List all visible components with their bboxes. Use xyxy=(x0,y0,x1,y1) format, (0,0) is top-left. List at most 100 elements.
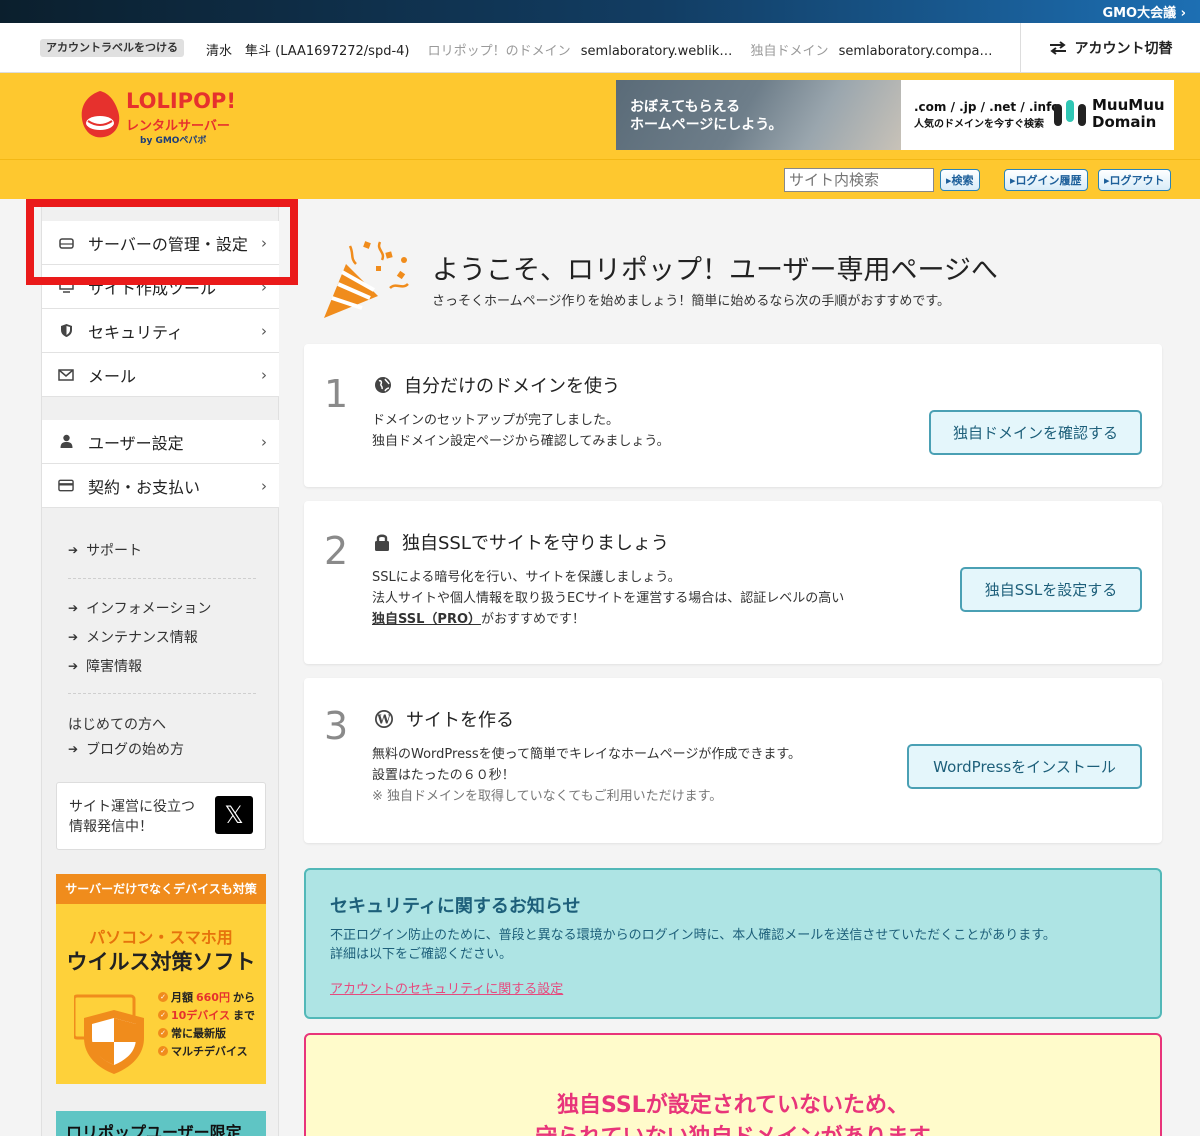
sidebar-item-label: セキュリティ xyxy=(88,322,184,342)
chevron-right-icon: › xyxy=(261,278,267,296)
chevron-right-icon: › xyxy=(261,477,267,495)
x-follow-box[interactable]: サイト運営に役立つ 情報発信中！ 𝕏 xyxy=(56,782,266,850)
page-title: ようこそ、ロリポップ！ユーザー専用ページへ xyxy=(432,255,998,286)
search-row: ▸検索 ▸ログイン履歴 ▸ログアウト xyxy=(0,159,1200,199)
sidebar-item-mail[interactable]: メール › xyxy=(42,353,279,397)
monitor-icon xyxy=(58,279,74,295)
account-security-link[interactable]: アカウントのセキュリティに関する設定 xyxy=(330,978,563,997)
server-icon xyxy=(58,235,74,251)
sidebar-item-billing[interactable]: 契約・お支払い › xyxy=(42,464,279,508)
gmo-meeting-link[interactable]: GMO大会議 › xyxy=(1102,2,1186,21)
ad-feature-devices: ✓ 10デバイス まで xyxy=(158,1007,255,1023)
user-icon xyxy=(58,434,74,450)
login-history-button[interactable]: ▸ログイン履歴 xyxy=(1004,169,1088,191)
chevron-right-icon: › xyxy=(261,322,267,340)
step-body: 無料のWordPressを使って簡単でキレイなホームページが作成できます。 設置… xyxy=(372,747,802,804)
swap-arrows-icon xyxy=(1049,41,1066,55)
antivirus-ad-banner[interactable]: サーバーだけでなくデバイスも対策 パソコン・スマホ用 ウイルス対策ソフト ✓ 月額… xyxy=(56,874,266,1084)
credit-card-icon xyxy=(58,478,74,494)
lolipop-domain-label: ロリポップ！のドメイン xyxy=(427,44,571,59)
ad-top-text: サーバーだけでなくデバイスも対策 xyxy=(56,874,266,904)
arrow-right-icon: ➔ xyxy=(68,543,79,557)
warning-line2: 守られていない独自ドメインがあります xyxy=(306,1119,1160,1136)
step-card-site: 3 W サイトを作る 無料のWordPressを使って簡単でキレイなホームページ… xyxy=(304,678,1162,843)
arrow-right-icon: ➔ xyxy=(68,742,79,756)
muumuu-m-icon xyxy=(1054,100,1086,126)
logo-title: LOLIPOP! xyxy=(126,89,236,113)
sidebar-item-server-settings[interactable]: サーバーの管理・設定 › xyxy=(42,221,279,265)
chevron-right-icon: › xyxy=(261,433,267,451)
site-search-input[interactable] xyxy=(784,168,934,192)
setup-ssl-button[interactable]: 独自SSLを設定する xyxy=(960,567,1142,612)
account-switch-button[interactable]: アカウント切替 xyxy=(1020,23,1200,73)
logo-by-gmo: by GMOペパボ xyxy=(140,136,207,146)
ad-feature-latest: ✓ 常に最新版 xyxy=(158,1025,226,1041)
sidebar-item-label: サイト作成ツール xyxy=(88,278,217,298)
shield-icon xyxy=(58,323,74,339)
account-switch-label: アカウント切替 xyxy=(1074,41,1173,57)
sidebar-link-blog-guide[interactable]: ➔ ブログの始め方 xyxy=(68,739,184,759)
step-body: SSLによる暗号化を行い、サイトを保護しましょう。 法人サイトや個人情報を取り扱… xyxy=(372,570,845,627)
party-popper-icon xyxy=(324,241,409,318)
chevron-right-icon: › xyxy=(261,234,267,252)
logout-button[interactable]: ▸ログアウト xyxy=(1098,169,1171,191)
lock-icon xyxy=(375,534,389,551)
check-domain-button[interactable]: 独自ドメインを確認する xyxy=(929,410,1142,455)
ssl-warning-box: 独自SSLが設定されていないため、 守られていない独自ドメインがあります xyxy=(304,1033,1162,1136)
wordpress-icon: W xyxy=(375,710,393,728)
step-title: 自分だけのドメインを使う xyxy=(374,372,620,398)
sidebar-link-support[interactable]: ➔ サポート xyxy=(68,540,142,560)
user-limited-ad-banner[interactable]: ロリポップユーザー限定 xyxy=(56,1111,266,1136)
banner-domain-text: .com / .jp / .net / .info 人気のドメインを今すぐ検索 xyxy=(914,100,1060,130)
account-user: 清水 隼斗 (LAA1697272/spd-4) xyxy=(206,44,410,59)
arrow-right-icon: ➔ xyxy=(68,659,79,673)
globe-icon xyxy=(375,377,391,393)
welcome-section: ようこそ、ロリポップ！ユーザー専用ページへ さっそくホームページ作りを始めましょ… xyxy=(320,236,1180,326)
page-subtitle: さっそくホームページ作りを始めましょう！簡単に始めるなら次の手順がおすすめです。 xyxy=(432,294,951,309)
sidebar-link-incidents[interactable]: ➔ 障害情報 xyxy=(68,656,142,676)
mail-icon xyxy=(58,367,74,383)
account-info: 清水 隼斗 (LAA1697272/spd-4) ロリポップ！のドメイン sem… xyxy=(206,40,1006,59)
divider xyxy=(68,693,256,694)
warning-line1: 独自SSLが設定されていないため、 xyxy=(556,1093,910,1118)
svg-text:W: W xyxy=(376,713,391,727)
own-domain-label: 独自ドメイン xyxy=(750,44,829,59)
step-number: 3 xyxy=(324,704,349,748)
lolipop-logo[interactable]: LOLIPOP! レンタルサーバー by GMOペパボ xyxy=(78,85,248,146)
step-title: 独自SSLでサイトを守りましょう xyxy=(374,529,669,555)
sidebar-item-label: メール xyxy=(88,366,137,386)
sidebar: サーバーの管理・設定 › サイト作成ツール › セキュリティ › メール › ユ… xyxy=(41,199,279,1136)
sidebar-item-site-tools[interactable]: サイト作成ツール › xyxy=(42,265,279,309)
step-body: ドメインのセットアップが完了しました。 独自ドメイン設定ページから確認してみまし… xyxy=(372,413,670,449)
sidebar-beginner-heading: はじめての方へ xyxy=(68,717,166,733)
arrow-right-icon: ➔ xyxy=(68,630,79,644)
muumuu-domain-banner[interactable]: おぼえてもらえる ホームページにしよう。 .com / .jp / .net /… xyxy=(616,80,1174,150)
sidebar-link-maintenance[interactable]: ➔ メンテナンス情報 xyxy=(68,627,198,647)
divider xyxy=(68,578,256,579)
ad-line2: ウイルス対策ソフト xyxy=(66,950,256,974)
notice-body: 不正ログイン防止のために、普段と異なる環境からのログイン時に、本人確認メールを送… xyxy=(330,928,1056,962)
sidebar-item-user-settings[interactable]: ユーザー設定 › xyxy=(42,420,279,464)
sidebar-item-security[interactable]: セキュリティ › xyxy=(42,309,279,353)
sidebar-link-information[interactable]: ➔ インフォメーション xyxy=(68,598,211,618)
step-title: W サイトを作る xyxy=(374,706,514,732)
ad-feature-multidevice: ✓ マルチデバイス xyxy=(158,1043,248,1059)
search-button[interactable]: ▸検索 xyxy=(940,169,980,191)
ssl-pro-link[interactable]: 独自SSL（PRO） xyxy=(372,612,481,627)
notice-title: セキュリティに関するお知らせ xyxy=(330,896,581,917)
step-card-ssl: 2 独自SSLでサイトを守りましょう SSLによる暗号化を行い、サイトを保護しま… xyxy=(304,501,1162,664)
sidebar-item-label: サーバーの管理・設定 xyxy=(88,234,248,254)
logo-subtitle: レンタルサーバー xyxy=(126,119,230,134)
account-label-button[interactable]: アカウントラベルをつける xyxy=(40,39,184,57)
chevron-right-icon: › xyxy=(261,366,267,384)
ad-feature-price: ✓ 月額 660円 から xyxy=(158,989,255,1005)
own-domain-value: semlaboratory.compa… xyxy=(838,44,993,59)
step-number: 2 xyxy=(324,529,349,573)
install-wordpress-button[interactable]: WordPressをインストール xyxy=(907,744,1142,789)
x-logo-icon[interactable]: 𝕏 xyxy=(215,796,253,834)
step-card-domain: 1 自分だけのドメインを使う ドメインのセットアップが完了しました。 独自ドメイ… xyxy=(304,344,1162,487)
x-box-text: サイト運営に役立つ 情報発信中！ xyxy=(69,799,195,835)
banner-photo-text: おぼえてもらえる ホームページにしよう。 xyxy=(630,99,783,133)
antivirus-shield-icon xyxy=(74,994,144,1074)
account-bar: アカウントラベルをつける 清水 隼斗 (LAA1697272/spd-4) ロリ… xyxy=(0,23,1200,73)
